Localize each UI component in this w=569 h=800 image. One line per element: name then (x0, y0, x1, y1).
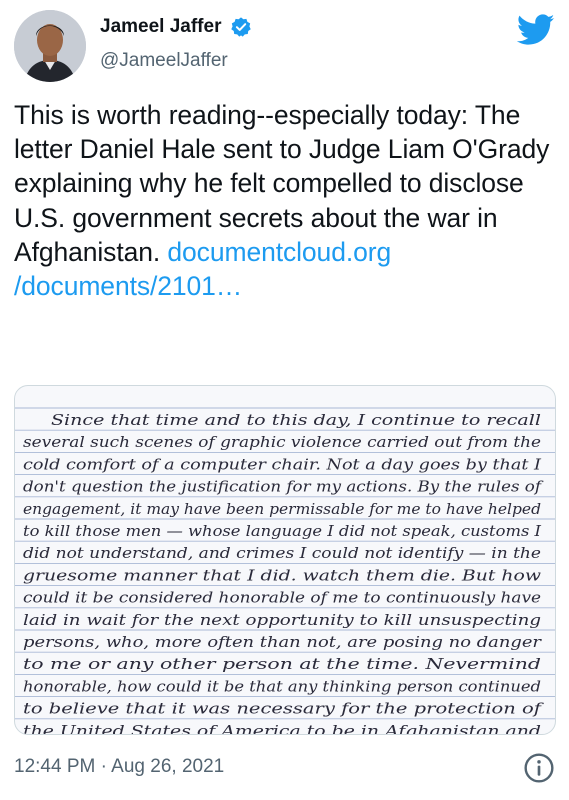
twitter-bird-icon[interactable] (517, 14, 555, 46)
tweet-media-letter-image[interactable]: Since that time and to this day, I conti… (14, 385, 556, 735)
letter-line: honorable, how could it be that any thin… (23, 679, 541, 695)
letter-line: to believe that it was necessary for the… (23, 702, 545, 718)
author-handle[interactable]: @JameelJaffer (100, 50, 228, 72)
letter-line: don't question the justification for my … (23, 480, 544, 496)
tweet-link-domain[interactable]: documentcloud.org (167, 237, 391, 267)
letter-line: laid in wait for the next opportunity to… (23, 613, 541, 629)
tweet-footer: 12:44 PM · Aug 26, 2021 (14, 752, 555, 788)
letter-line: cold comfort of a computer chair. Not a … (23, 457, 541, 473)
letter-line: several such scenes of graphic violence … (23, 435, 541, 451)
letter-line: persons, who, more often than not, are p… (23, 635, 542, 651)
avatar-image (14, 10, 86, 82)
tweet-header: Jameel Jaffer @JameelJaffer (14, 10, 555, 82)
letter-line: the United States of America to be in Af… (23, 724, 541, 734)
tweet-text: This is worth reading--especially today:… (14, 98, 554, 303)
author-name[interactable]: Jameel Jaffer (100, 16, 221, 38)
letter-line: gruesome manner that I did. watch them d… (23, 568, 542, 584)
letter-line: Since that time and to this day, I conti… (51, 413, 541, 429)
letter-line: engagement, it may have been permissable… (23, 502, 541, 518)
letter-line: did not understand, and crimes I could n… (23, 546, 541, 562)
verified-badge-icon (231, 17, 251, 37)
tweet-timestamp[interactable]: 12:44 PM · Aug 26, 2021 (14, 756, 224, 778)
letter-line: to me or any other person at the time. N… (23, 657, 541, 673)
avatar[interactable] (14, 10, 86, 82)
info-icon[interactable] (523, 752, 555, 784)
author-name-row: Jameel Jaffer (100, 16, 252, 38)
handwritten-letter: Since that time and to this day, I conti… (15, 407, 555, 734)
letter-line: to kill those men — whose language I did… (23, 524, 541, 540)
tweet-link-path[interactable]: /documents/2101… (14, 271, 242, 301)
letter-line: could it be considered honorable of me t… (23, 591, 541, 607)
